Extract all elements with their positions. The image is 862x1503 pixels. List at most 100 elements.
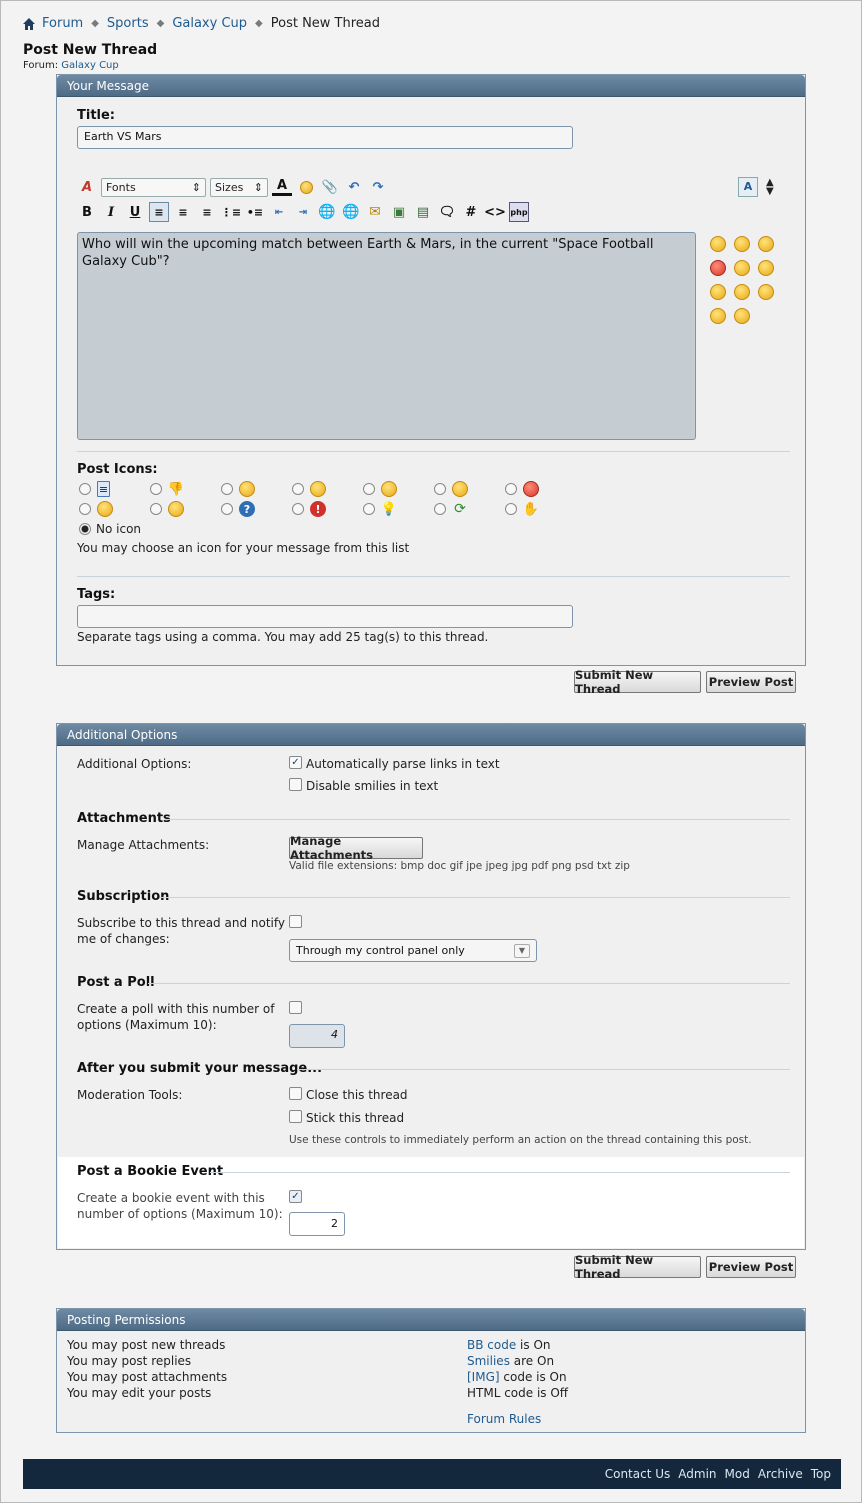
poll-checkbox[interactable] — [289, 1001, 302, 1014]
smile-icon — [97, 501, 113, 517]
manage-attachments-button[interactable]: Manage Attachments — [289, 834, 423, 862]
bookie-checkbox[interactable]: ✓ — [289, 1190, 302, 1203]
post-icon-radio[interactable] — [505, 503, 517, 515]
post-icon-radio[interactable] — [150, 503, 162, 515]
subscription-select[interactable]: Through my control panel only ▼ — [289, 939, 537, 962]
text-color-icon[interactable]: A — [272, 178, 292, 196]
no-icon-radio[interactable] — [79, 523, 91, 535]
insert-video-icon[interactable]: ▤ — [413, 202, 433, 222]
no-icon-option[interactable]: No icon — [79, 522, 141, 536]
indent-icon[interactable]: ⇥ — [293, 202, 313, 222]
tags-input[interactable] — [77, 605, 573, 628]
wrap-php-icon[interactable]: php — [509, 202, 529, 222]
align-right-icon[interactable]: ≡ — [197, 202, 217, 222]
img-code-link[interactable]: [IMG] — [467, 1370, 500, 1384]
smilies-link[interactable]: Smilies — [467, 1354, 510, 1368]
smilie-confused-icon[interactable] — [758, 236, 774, 252]
insert-email-icon[interactable]: ✉ — [365, 202, 385, 222]
disable-smilies-checkbox[interactable] — [289, 778, 302, 791]
post-icon-radio[interactable] — [150, 483, 162, 495]
resize-editor-icon[interactable]: ▲ ▼ — [766, 178, 774, 197]
smilie-redface-icon[interactable] — [710, 284, 726, 300]
smilie-eek-icon[interactable] — [758, 284, 774, 300]
insert-link-icon[interactable]: 🌐 — [317, 202, 337, 222]
post-icon-radio[interactable] — [434, 503, 446, 515]
smilie-mad-icon[interactable] — [710, 260, 726, 276]
outdent-icon[interactable]: ⇤ — [269, 202, 289, 222]
remove-format-icon[interactable]: A — [77, 177, 97, 197]
smilie-frown-icon[interactable] — [734, 236, 750, 252]
permission-item: You may post attachments — [67, 1370, 228, 1384]
parse-links-checkbox[interactable]: ✓ — [289, 756, 302, 769]
breadcrumb-galaxy-cup[interactable]: Galaxy Cup — [172, 16, 247, 31]
bold-icon[interactable]: B — [77, 202, 97, 222]
after-submit-heading: After you submit your message... — [77, 1061, 323, 1076]
message-textarea[interactable]: Who will win the upcoming match between … — [77, 232, 696, 440]
size-select[interactable]: Sizes ⇕ — [210, 177, 268, 197]
attachment-icon[interactable]: 📎 — [320, 177, 340, 197]
breadcrumb-sports[interactable]: Sports — [107, 16, 149, 31]
home-icon[interactable] — [22, 17, 36, 31]
footer-top-link[interactable]: Top — [811, 1467, 831, 1481]
insert-smilie-icon[interactable] — [296, 177, 316, 197]
footer-contact-link[interactable]: Contact Us — [605, 1467, 671, 1481]
bookie-options-input[interactable]: 2 — [289, 1212, 345, 1236]
bb-code-link[interactable]: BB code — [467, 1338, 516, 1352]
subscription-heading: Subscription — [77, 889, 170, 904]
breadcrumb-forum[interactable]: Forum — [42, 16, 83, 31]
close-thread-label: Close this thread — [306, 1088, 408, 1102]
lightbulb-icon: 💡 — [380, 501, 398, 517]
post-icon-radio[interactable] — [79, 503, 91, 515]
smilie-rolleyes-icon[interactable] — [734, 308, 750, 324]
bookie-label: Create a bookie event with this — [77, 1191, 265, 1205]
grin-icon — [239, 481, 255, 497]
smilie-wink-icon[interactable] — [734, 284, 750, 300]
close-thread-checkbox[interactable] — [289, 1087, 302, 1100]
post-icon-radio[interactable] — [363, 503, 375, 515]
post-icon-radio[interactable] — [221, 483, 233, 495]
footer-mod-link[interactable]: Mod — [725, 1467, 750, 1481]
forum-link[interactable]: Galaxy Cup — [61, 60, 118, 71]
align-center-icon[interactable]: ≡ — [173, 202, 193, 222]
switch-editor-mode-icon[interactable]: A — [738, 177, 758, 197]
redo-icon[interactable]: ↷ — [368, 177, 388, 197]
smilie-smile-icon[interactable] — [710, 236, 726, 252]
title-input[interactable]: Earth VS Mars — [77, 126, 573, 149]
wrap-code-icon[interactable]: # — [461, 202, 481, 222]
divider — [210, 1172, 790, 1173]
align-left-icon[interactable]: ≡ — [149, 202, 169, 222]
smilie-tongue-icon[interactable] — [734, 260, 750, 276]
post-icon-radio[interactable] — [79, 483, 91, 495]
forum-rules-link[interactable]: Forum Rules — [467, 1412, 541, 1426]
ordered-list-icon[interactable]: ⋮≡ — [221, 202, 241, 222]
breadcrumb: Forum ◆ Sports ◆ Galaxy Cup ◆ Post New T… — [22, 16, 380, 31]
wrap-html-icon[interactable]: <> — [484, 202, 506, 222]
remove-link-icon[interactable]: 🌐 — [341, 202, 361, 222]
post-icon-radio[interactable] — [434, 483, 446, 495]
insert-image-icon[interactable]: ▣ — [389, 202, 409, 222]
divider — [77, 451, 790, 452]
submit-thread-button-bottom[interactable]: Submit New Thread — [574, 1253, 701, 1281]
poll-options-input[interactable]: 4 — [289, 1024, 345, 1048]
underline-icon[interactable]: U — [125, 202, 145, 222]
post-icon-radio[interactable] — [363, 483, 375, 495]
post-icon-radio[interactable] — [292, 483, 304, 495]
post-icon-radio[interactable] — [221, 503, 233, 515]
undo-icon[interactable]: ↶ — [344, 177, 364, 197]
italic-icon[interactable]: I — [101, 202, 121, 222]
footer-archive-link[interactable]: Archive — [758, 1467, 803, 1481]
unordered-list-icon[interactable]: •≡ — [245, 202, 265, 222]
footer-admin-link[interactable]: Admin — [678, 1467, 716, 1481]
stick-thread-checkbox[interactable] — [289, 1110, 302, 1123]
post-icon-radio[interactable] — [292, 503, 304, 515]
post-icon-radio[interactable] — [505, 483, 517, 495]
smilie-cool-icon[interactable] — [710, 308, 726, 324]
quote-icon[interactable]: 🗨 — [437, 202, 457, 222]
preview-post-button[interactable]: Preview Post — [706, 671, 796, 693]
submit-thread-button[interactable]: Submit New Thread — [574, 668, 701, 696]
smilie-biggrin-icon[interactable] — [758, 260, 774, 276]
preview-post-button-bottom[interactable]: Preview Post — [706, 1256, 796, 1278]
font-select[interactable]: Fonts ⇕ — [101, 177, 206, 197]
subscribe-checkbox[interactable] — [289, 915, 302, 928]
angry-icon — [523, 481, 539, 497]
